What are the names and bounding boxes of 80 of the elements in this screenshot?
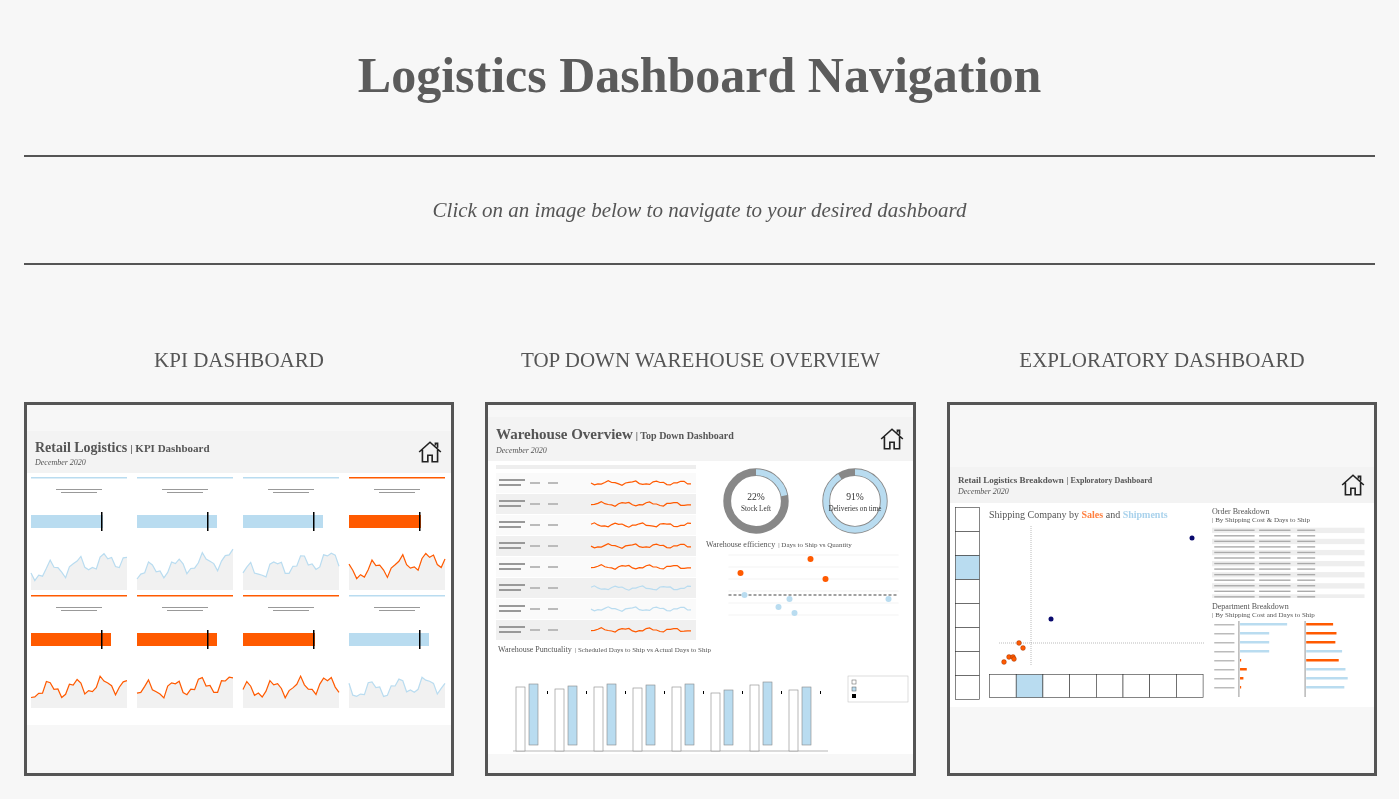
bar xyxy=(788,689,799,751)
scatter-point xyxy=(786,595,793,602)
dashboard-thumbnail[interactable] xyxy=(947,402,1377,776)
bar xyxy=(567,685,578,745)
bar xyxy=(632,687,643,751)
dashboard-date: December 2020 xyxy=(35,458,87,467)
bar xyxy=(671,686,682,751)
difference-marker xyxy=(742,690,743,694)
difference-marker xyxy=(781,690,782,694)
dashboard-subtitle: | Exploratory Dashboard xyxy=(1066,474,1153,487)
bar xyxy=(1240,632,1270,635)
bar xyxy=(1306,650,1343,653)
bar xyxy=(749,684,760,751)
difference-marker xyxy=(820,690,821,694)
chart-legend xyxy=(847,675,909,702)
dashboard-subtitle: | Top Down Dashboard xyxy=(635,429,734,443)
scatter-point xyxy=(807,555,814,562)
dashboard-title: Retail Logistics Breakdown xyxy=(958,473,1064,487)
bar xyxy=(1240,641,1270,644)
bar xyxy=(1240,650,1270,653)
difference-marker xyxy=(664,690,665,694)
bar xyxy=(515,686,526,751)
bar xyxy=(1240,677,1244,680)
chart-title: Warehouse efficiency xyxy=(706,538,776,551)
bar xyxy=(1306,677,1348,680)
donut-label: Stock Left xyxy=(740,504,771,513)
dashboard-subtitle: | KPI Dashboard xyxy=(130,441,210,456)
scatter-point xyxy=(737,569,744,576)
bar xyxy=(1306,659,1339,662)
dashboard-heading: TOP DOWN WAREHOUSE OVERVIEW xyxy=(521,347,880,373)
dashboard-title: Warehouse Overview xyxy=(496,425,633,444)
scatter-point xyxy=(885,595,892,602)
bar xyxy=(762,681,773,745)
bar xyxy=(801,686,812,745)
bar xyxy=(1240,623,1288,626)
dashboard-thumbnail[interactable]: Retail Logistics | KPI Dashboard December 2020 xyxy=(24,402,454,776)
bar xyxy=(1306,623,1334,626)
donut-value: 91% xyxy=(846,490,865,502)
home-icon[interactable] xyxy=(417,440,443,464)
bar xyxy=(1240,668,1247,671)
chart-title: Warehouse Punctuality xyxy=(498,643,572,656)
dashboard-title: Retail Logistics xyxy=(35,439,128,457)
home-icon[interactable] xyxy=(1340,473,1366,497)
donut-value: 22% xyxy=(746,490,765,502)
scatter-point xyxy=(1048,616,1054,622)
difference-marker xyxy=(586,690,587,694)
donut-chart xyxy=(822,467,888,534)
dashboard-date: December 2020 xyxy=(958,487,1010,497)
dashboard-heading: KPI DASHBOARD xyxy=(154,347,324,373)
page-title: Logistics Dashboard Navigation xyxy=(356,46,1043,104)
chart-title: Department Breakdown xyxy=(1212,602,1290,611)
bar xyxy=(606,683,617,745)
bar xyxy=(1306,641,1336,644)
bar xyxy=(1306,632,1337,635)
scatter-title: Shipping Company by Sales and Shipments xyxy=(989,508,1169,522)
bar xyxy=(593,686,604,751)
home-icon[interactable] xyxy=(879,426,905,451)
dashboard-thumbnail[interactable] xyxy=(485,402,916,776)
scatter-point xyxy=(822,575,829,582)
bar xyxy=(1306,686,1345,689)
bar xyxy=(723,689,734,745)
scatter-point xyxy=(741,591,748,598)
bar xyxy=(554,688,565,751)
page-instruction: Click on an image below to navigate to your desired dashboard xyxy=(432,197,967,224)
bar xyxy=(645,684,656,745)
scatter-point xyxy=(775,603,782,610)
scatter-point xyxy=(1189,535,1195,541)
donut-chart xyxy=(723,467,789,534)
bar xyxy=(1306,668,1346,671)
table-title: Order Breakdown xyxy=(1212,507,1271,516)
dashboard-date: December 2020 xyxy=(496,445,548,455)
difference-marker xyxy=(547,690,548,694)
bar xyxy=(528,683,539,745)
bar xyxy=(710,692,721,751)
scatter-point xyxy=(791,609,798,616)
difference-marker xyxy=(625,690,626,694)
donut-label: Deliveries on time xyxy=(828,504,882,513)
difference-marker xyxy=(703,690,704,694)
bar xyxy=(684,683,695,745)
dashboard-heading: EXPLORATORY DASHBOARD xyxy=(1019,347,1305,373)
